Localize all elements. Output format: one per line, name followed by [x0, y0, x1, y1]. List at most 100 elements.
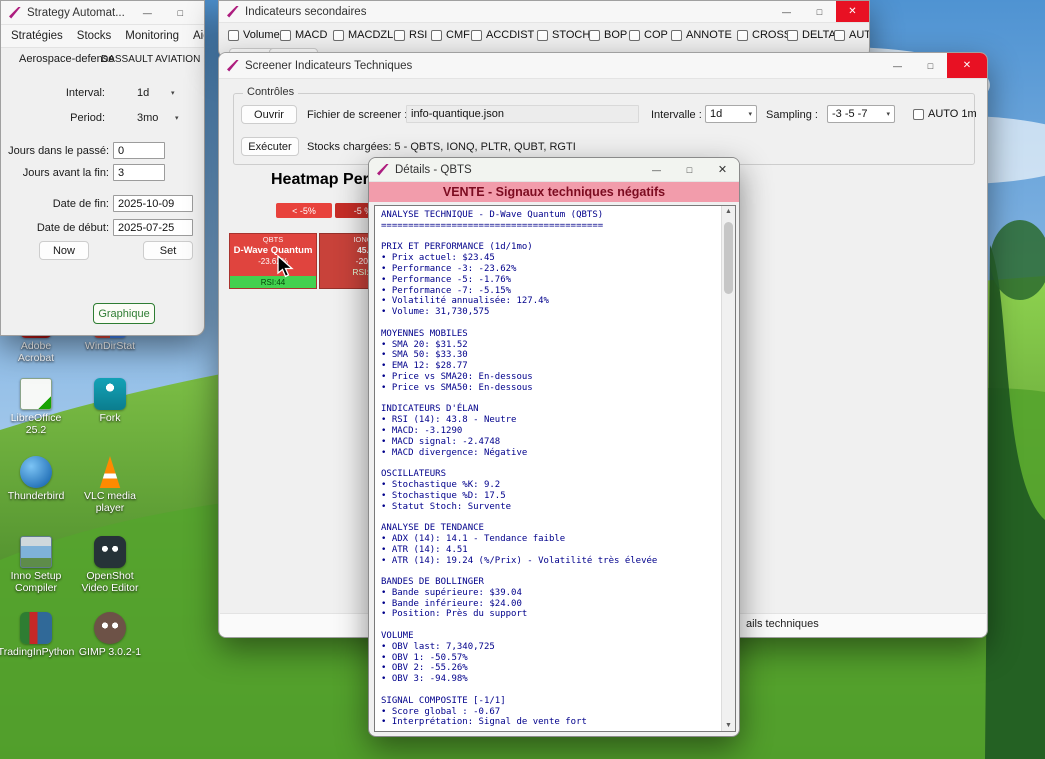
execute-button[interactable]: Exécuter — [241, 137, 299, 156]
desktop-icon-vlc[interactable]: VLC media player — [78, 456, 142, 514]
company-label[interactable]: DASSAULT AVIATION — [101, 54, 199, 65]
screener-window-titlebar[interactable]: Screener Indicateurs Techniques — □ ✕ — [219, 53, 987, 79]
desktop-icon-inno-setup[interactable]: Inno Setup Compiler — [4, 536, 68, 594]
menu-strategies[interactable]: Stratégies — [11, 30, 63, 42]
start-date-label: Date de début: — [1, 222, 109, 234]
controls-groupbox — [233, 93, 975, 165]
checkbox-cmf[interactable]: CMF — [431, 29, 470, 41]
app-feather-icon — [377, 164, 389, 176]
desktop-icon-openshot[interactable]: OpenShot Video Editor — [78, 536, 142, 594]
maximize-icon[interactable]: □ — [914, 53, 947, 78]
maximize-icon[interactable]: □ — [673, 158, 706, 181]
scroll-up-icon[interactable]: ▲ — [722, 208, 735, 215]
tile-performance: -23.62% — [258, 257, 288, 266]
secondary-indicators-window: Indicateurs secondaires — □ ✕ Volume MAC… — [218, 0, 870, 58]
desktop-icon-thunderbird[interactable]: Thunderbird — [4, 456, 68, 503]
checkbox-cross[interactable]: CROSS — [737, 29, 791, 41]
days-end-label: Jours avant la fin: — [1, 167, 109, 179]
desktop-icon-label: OpenShot Video Editor — [78, 571, 142, 594]
checkbox-box — [431, 30, 442, 41]
close-icon[interactable]: ✕ — [836, 1, 869, 22]
desktop-icon-fork[interactable]: Fork — [78, 378, 142, 425]
open-button[interactable]: Ouvrir — [241, 105, 297, 124]
checkbox-annote[interactable]: ANNOTE — [671, 29, 732, 41]
maximize-icon[interactable]: □ — [164, 1, 197, 24]
chevron-down-icon[interactable]: ▾ — [175, 114, 179, 122]
heatmap-tile-qbts[interactable]: QBTS D-Wave Quantum -23.62% RSI:44 — [229, 233, 317, 289]
minimize-icon[interactable]: — — [131, 1, 164, 24]
checkbox-label: MACD — [295, 29, 327, 41]
close-icon[interactable]: ✕ — [706, 158, 739, 181]
details-window-titlebar[interactable]: Détails - QBTS — □ ✕ — [369, 158, 739, 182]
close-icon[interactable]: ✕ — [947, 53, 987, 78]
checkbox-box — [394, 30, 405, 41]
minimize-icon[interactable]: — — [881, 53, 914, 78]
checkbox-label: CMF — [446, 29, 470, 41]
set-button[interactable]: Set — [143, 241, 193, 260]
checkbox-box — [737, 30, 748, 41]
end-date-input[interactable]: 2025-10-09 — [113, 195, 193, 212]
checkbox-macd[interactable]: MACD — [280, 29, 327, 41]
app-feather-icon — [227, 60, 239, 72]
interval-value[interactable]: 1d — [137, 87, 149, 99]
details-hint-text: ails techniques — [746, 618, 819, 630]
period-value[interactable]: 3mo — [137, 112, 158, 124]
fork-icon — [94, 378, 126, 410]
vlc-icon — [94, 456, 126, 488]
checkbox-delta[interactable]: DELTA — [787, 29, 836, 41]
desktop-icon-libreoffice[interactable]: LibreOffice 25.2 — [4, 378, 68, 436]
strategy-window-title: Strategy Automat... — [27, 7, 125, 19]
checkbox-label: ACCDIST — [486, 29, 534, 41]
heatmap-title: Heatmap Perf — [271, 171, 374, 189]
sampling-value: -3 -5 -7 — [832, 108, 867, 120]
checkbox-auto[interactable]: AUTO — [834, 29, 870, 41]
checkbox-accdist[interactable]: ACCDIST — [471, 29, 534, 41]
checkbox-bop[interactable]: BOP — [589, 29, 627, 41]
checkbox-rsi[interactable]: RSI — [394, 29, 427, 41]
menu-monitoring[interactable]: Monitoring — [125, 30, 179, 42]
auto-1m-checkbox[interactable]: AUTO 1m — [913, 108, 977, 120]
days-end-input[interactable]: 3 — [113, 164, 165, 181]
indicators-window-titlebar[interactable]: Indicateurs secondaires — □ ✕ — [219, 1, 869, 23]
minimize-icon[interactable]: — — [770, 1, 803, 22]
checkbox-label: AUTO — [849, 29, 870, 41]
sampling-combobox[interactable]: -3 -5 -7▾ — [827, 105, 895, 123]
interval-label: Intervalle : — [651, 109, 702, 121]
graphique-button[interactable]: Graphique — [93, 303, 155, 324]
sampling-label: Sampling : — [766, 109, 818, 121]
technical-report-frame: ANALYSE TECHNIQUE - D-Wave Quantum (QBTS… — [374, 205, 736, 732]
desktop-icon-gimp[interactable]: GIMP 3.0.2-1 — [78, 612, 142, 659]
checkbox-label: CROSS — [752, 29, 791, 41]
interval-label: Interval: — [1, 87, 105, 99]
screener-file-input[interactable]: info-quantique.json — [406, 105, 639, 123]
report-scrollbar[interactable]: ▲ ▼ — [721, 206, 735, 731]
checkbox-box — [834, 30, 845, 41]
checkbox-stoch[interactable]: STOCH — [537, 29, 590, 41]
checkbox-box — [671, 30, 682, 41]
menu-stocks[interactable]: Stocks — [77, 30, 112, 42]
days-past-input[interactable]: 0 — [113, 142, 165, 159]
desktop-icon-tradinginpython[interactable]: TradingInPython — [4, 612, 68, 659]
scroll-down-icon[interactable]: ▼ — [722, 722, 735, 729]
checkbox-macdzl[interactable]: MACDZL — [333, 29, 393, 41]
scrollbar-thumb[interactable] — [724, 222, 733, 294]
thunderbird-icon — [20, 456, 52, 488]
start-date-input[interactable]: 2025-07-25 — [113, 219, 193, 236]
close-icon[interactable]: ✕ — [197, 1, 205, 24]
strategy-window-titlebar[interactable]: Strategy Automat... — □ ✕ — [1, 1, 204, 25]
desktop-icon-label: Adobe Acrobat — [4, 341, 68, 364]
menu-aide[interactable]: Aide — [193, 30, 205, 42]
now-button[interactable]: Now — [39, 241, 89, 260]
checkbox-box — [787, 30, 798, 41]
screener-window-title: Screener Indicateurs Techniques — [245, 60, 412, 72]
indicators-window-title: Indicateurs secondaires — [245, 6, 366, 18]
checkbox-cop[interactable]: COP — [629, 29, 668, 41]
chevron-down-icon[interactable]: ▾ — [171, 89, 175, 97]
minimize-icon[interactable]: — — [640, 158, 673, 181]
app-feather-icon — [9, 7, 21, 19]
checkbox-box — [471, 30, 482, 41]
interval-combobox[interactable]: 1d▾ — [705, 105, 757, 123]
technical-report-text: ANALYSE TECHNIQUE - D-Wave Quantum (QBTS… — [375, 206, 721, 731]
checkbox-volume[interactable]: Volume — [228, 29, 280, 41]
maximize-icon[interactable]: □ — [803, 1, 836, 22]
